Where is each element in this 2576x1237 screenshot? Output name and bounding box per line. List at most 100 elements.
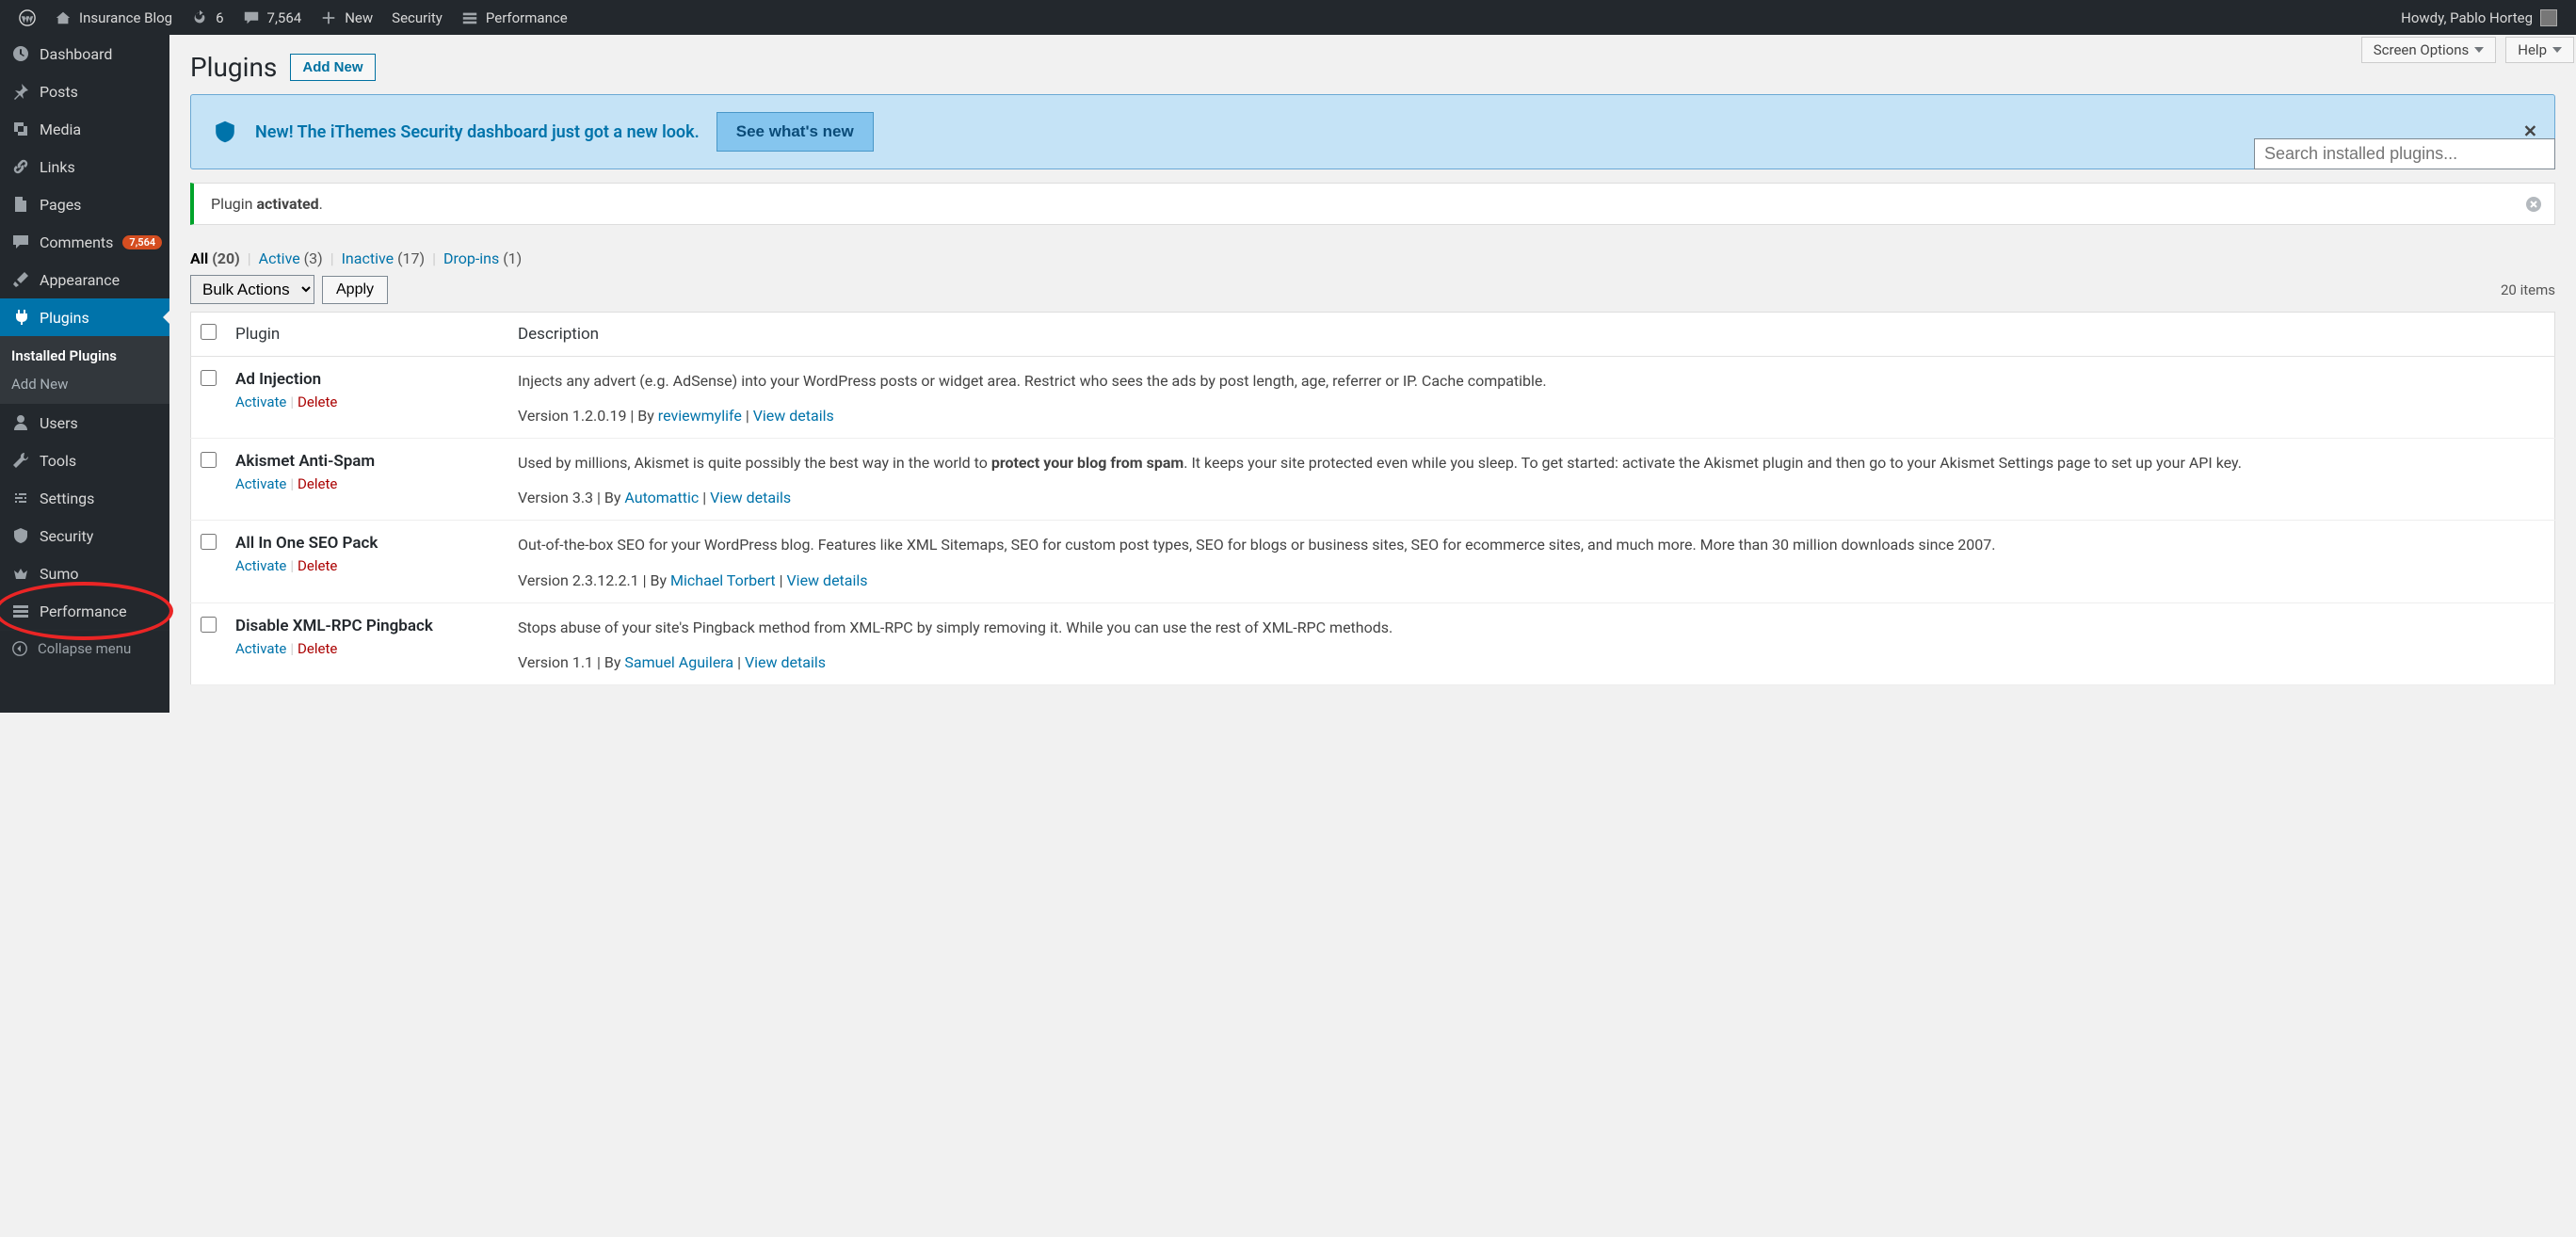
adminbar-security[interactable]: Security [382, 0, 452, 35]
ithemes-notice: New! The iThemes Security dashboard just… [190, 94, 2555, 169]
sidebar-item-plugins[interactable]: Plugins [0, 298, 169, 336]
plugin-description: Out-of-the-box SEO for your WordPress bl… [518, 534, 2545, 555]
sidebar-item-label: Pages [40, 196, 81, 214]
activated-notice: Plugin activated. [190, 183, 2555, 225]
updates[interactable]: 6 [182, 0, 233, 35]
submenu-installed-plugins[interactable]: Installed Plugins [0, 342, 169, 370]
plugin-meta: Version 1.2.0.19 | By reviewmylife | Vie… [518, 407, 2545, 425]
sidebar-item-label: Dashboard [40, 45, 112, 63]
filter-inactive[interactable]: Inactive (17) [342, 249, 426, 267]
brush-icon [11, 270, 30, 289]
chevron-down-icon [2552, 47, 2562, 53]
plugin-meta: Version 2.3.12.2.1 | By Michael Torbert … [518, 571, 2545, 589]
apply-button[interactable]: Apply [322, 276, 388, 304]
sidebar-item-users[interactable]: Users [0, 404, 169, 442]
filter-links: All (20) | Active (3) | Inactive (17) | … [190, 249, 2555, 267]
comments-badge: 7,564 [122, 235, 162, 249]
sidebar-item-label: Plugins [40, 309, 89, 327]
sidebar-item-label: Users [40, 414, 78, 432]
view-details-link[interactable]: View details [745, 653, 826, 671]
activate-link[interactable]: Activate [235, 394, 286, 410]
view-details-link[interactable]: View details [710, 489, 791, 506]
comment-icon [243, 9, 260, 26]
comments-count: 7,564 [267, 9, 302, 26]
plugin-checkbox[interactable] [201, 452, 217, 468]
sidebar-item-tools[interactable]: Tools [0, 442, 169, 479]
sidebar-item-pages[interactable]: Pages [0, 185, 169, 223]
dismiss-icon[interactable] [2524, 195, 2543, 214]
plugin-author-link[interactable]: Samuel Aguilera [624, 653, 733, 671]
filter-dropins[interactable]: Drop-ins (1) [443, 249, 522, 267]
sidebar-item-label: Links [40, 158, 75, 176]
filter-all[interactable]: All (20) [190, 249, 240, 267]
plugin-author-link[interactable]: reviewmylife [658, 407, 742, 425]
perf-icon [461, 9, 478, 26]
help-button[interactable]: Help [2505, 37, 2574, 63]
delete-link[interactable]: Delete [298, 394, 337, 410]
sidebar-item-sumo[interactable]: Sumo [0, 554, 169, 592]
updates-count: 6 [216, 9, 223, 26]
sidebar-item-security[interactable]: Security [0, 517, 169, 554]
activate-link[interactable]: Activate [235, 557, 286, 574]
comments-bubble[interactable]: 7,564 [233, 0, 312, 35]
plugin-checkbox[interactable] [201, 370, 217, 386]
pin-icon [11, 82, 30, 101]
wrench-icon [11, 451, 30, 470]
plugin-name: Ad Injection [235, 370, 499, 389]
sidebar-item-label: Tools [40, 452, 76, 470]
sidebar-item-media[interactable]: Media [0, 110, 169, 148]
sidebar-item-settings[interactable]: Settings [0, 479, 169, 517]
new-label: New [345, 9, 373, 26]
site-name[interactable]: Insurance Blog [45, 0, 182, 35]
plugin-row: Disable XML-RPC Pingback Activate|Delete… [191, 602, 2555, 684]
view-details-link[interactable]: View details [753, 407, 834, 425]
shield-icon [212, 119, 238, 145]
delete-link[interactable]: Delete [298, 475, 337, 492]
sidebar-item-performance[interactable]: Performance [0, 592, 169, 630]
submenu-add-new[interactable]: Add New [0, 370, 169, 398]
adminbar-performance[interactable]: Performance [452, 0, 577, 35]
sidebar-item-label: Comments [40, 233, 113, 251]
sidebar-item-label: Sumo [40, 565, 78, 583]
sidebar-item-comments[interactable]: Comments 7,564 [0, 223, 169, 261]
activate-link[interactable]: Activate [235, 640, 286, 657]
filter-active[interactable]: Active (3) [259, 249, 323, 267]
view-details-link[interactable]: View details [786, 571, 867, 589]
plugin-description: Used by millions, Akismet is quite possi… [518, 452, 2545, 474]
shield-icon [11, 526, 30, 545]
sidebar-item-dashboard[interactable]: Dashboard [0, 35, 169, 72]
howdy-label: Howdy, Pablo Horteg [2401, 9, 2533, 26]
col-plugin: Plugin [226, 313, 508, 357]
plugin-author-link[interactable]: Automattic [624, 489, 699, 506]
my-account[interactable]: Howdy, Pablo Horteg [2391, 0, 2567, 35]
select-all-checkbox[interactable] [201, 324, 217, 340]
plugin-checkbox[interactable] [201, 534, 217, 550]
search-plugins-input[interactable] [2254, 138, 2555, 169]
page-icon [11, 195, 30, 214]
screen-options-button[interactable]: Screen Options [2361, 37, 2497, 63]
collapse-menu[interactable]: Collapse menu [0, 630, 169, 667]
sidebar-item-label: Appearance [40, 271, 120, 289]
new-content[interactable]: New [311, 0, 382, 35]
plugin-author-link[interactable]: Michael Torbert [670, 571, 776, 589]
activate-link[interactable]: Activate [235, 475, 286, 492]
add-new-button[interactable]: Add New [290, 54, 375, 81]
ithemes-cta-button[interactable]: See what's new [716, 112, 874, 152]
sidebar-item-posts[interactable]: Posts [0, 72, 169, 110]
chevron-down-icon [2474, 47, 2484, 53]
link-icon [11, 157, 30, 176]
plugin-meta: Version 1.1 | By Samuel Aguilera | View … [518, 653, 2545, 671]
site-name-label: Insurance Blog [79, 9, 172, 26]
wp-logo[interactable] [9, 0, 45, 35]
plugin-meta: Version 3.3 | By Automattic | View detai… [518, 489, 2545, 506]
plugin-checkbox[interactable] [201, 617, 217, 633]
user-icon [11, 413, 30, 432]
delete-link[interactable]: Delete [298, 557, 337, 574]
delete-link[interactable]: Delete [298, 640, 337, 657]
bulk-actions-select[interactable]: Bulk Actions [190, 275, 314, 304]
dashboard-icon [11, 44, 30, 63]
sidebar-item-links[interactable]: Links [0, 148, 169, 185]
sidebar-item-appearance[interactable]: Appearance [0, 261, 169, 298]
crown-icon [11, 564, 30, 583]
sidebar-item-label: Settings [40, 490, 94, 507]
